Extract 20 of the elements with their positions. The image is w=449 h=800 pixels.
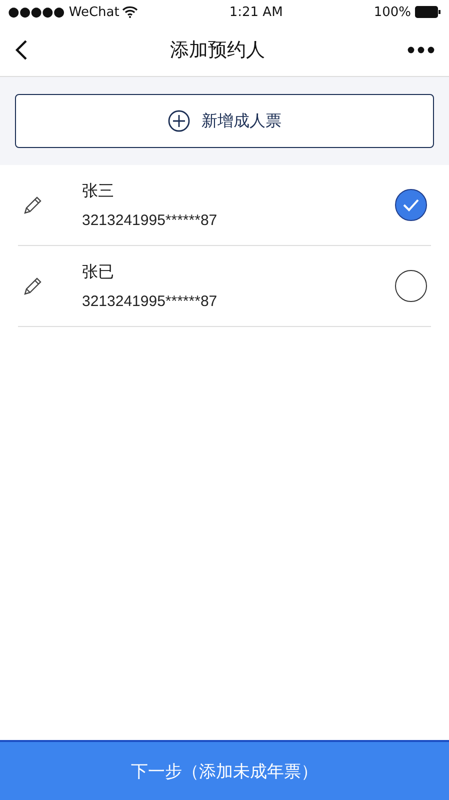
pencil-icon xyxy=(22,275,44,297)
contact-name: 张已 xyxy=(82,262,115,283)
plus-circle-icon xyxy=(168,110,190,132)
add-adult-ticket-button[interactable]: 新增成人票 xyxy=(15,94,434,148)
next-step-button[interactable]: 下一步（添加未成年票） xyxy=(0,740,449,800)
carrier-text: ●●●●● WeChat xyxy=(8,4,120,20)
select-radio[interactable] xyxy=(395,189,427,221)
battery-text: 100% xyxy=(374,4,411,20)
id-number: 3213241995******87 xyxy=(82,212,218,229)
battery-icon xyxy=(415,6,441,18)
select-radio[interactable] xyxy=(395,270,427,302)
more-icon xyxy=(407,46,435,54)
id-number: 3213241995******87 xyxy=(82,293,218,310)
page-title: 添加预约人 xyxy=(170,38,265,63)
wifi-icon xyxy=(122,6,138,18)
pencil-icon xyxy=(22,194,44,216)
time-text: 1:21 AM xyxy=(229,4,283,20)
back-icon xyxy=(14,39,28,61)
contact-name: 张三 xyxy=(82,181,115,202)
checkmark-icon xyxy=(402,198,420,212)
